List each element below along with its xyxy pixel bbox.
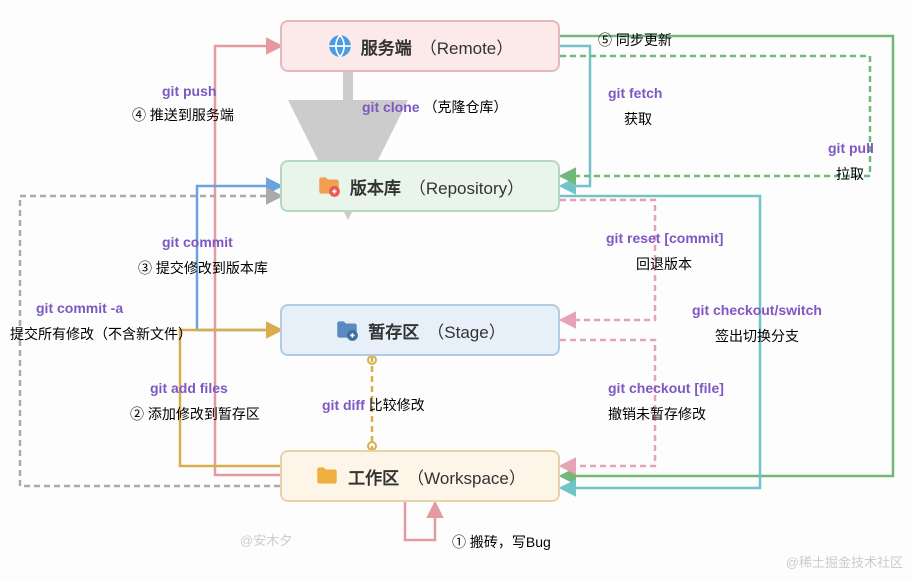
watermark-left: @安木夕: [240, 530, 292, 549]
code-label: ① 搬砖，写Bug: [452, 532, 551, 552]
add-label: git add files ② 添加修改到暂存区: [130, 380, 260, 424]
push-label: git push ④ 推送到服务端: [162, 83, 234, 125]
work-label-en: （Workspace）: [407, 464, 526, 489]
repository-box: 版本库 （Repository）: [280, 160, 560, 212]
stage-label-zh: 暂存区: [368, 318, 419, 343]
reset-label: git reset [commit] 回退版本: [606, 230, 723, 274]
remote-label-en: （Remote）: [420, 34, 514, 59]
work-label-zh: 工作区: [348, 464, 399, 489]
folder-icon: [314, 463, 340, 489]
folder-add-icon: [334, 317, 360, 343]
folder-git-icon: [316, 173, 342, 199]
fetch-label: git fetch 获取: [608, 85, 662, 129]
stage-box: 暂存区 （Stage）: [280, 304, 560, 356]
globe-icon: [327, 33, 353, 59]
checkout-switch-label: git checkout/switch 签出切换分支: [692, 302, 822, 346]
repo-label-zh: 版本库: [350, 174, 401, 199]
diff-label: git diff 比较修改: [322, 395, 425, 415]
remote-label-zh: 服务端: [361, 34, 412, 59]
workspace-box: 工作区 （Workspace）: [280, 450, 560, 502]
commit-a-label: git commit -a 提交所有修改（不含新文件）: [10, 300, 192, 344]
sync-label: ⑤ 同步更新: [598, 30, 672, 50]
repo-label-en: （Repository）: [409, 174, 524, 199]
watermark-right: @稀土掘金技术社区: [786, 552, 903, 571]
pull-label: git pull 拉取: [828, 140, 874, 184]
commit-label: git commit ③ 提交修改到版本库: [138, 234, 268, 278]
stage-label-en: （Stage）: [427, 318, 505, 343]
checkout-file-label: git checkout [file] 撤销未暂存修改: [608, 380, 724, 424]
clone-label: git clone （克隆仓库）: [362, 97, 507, 117]
remote-box: 服务端 （Remote）: [280, 20, 560, 72]
